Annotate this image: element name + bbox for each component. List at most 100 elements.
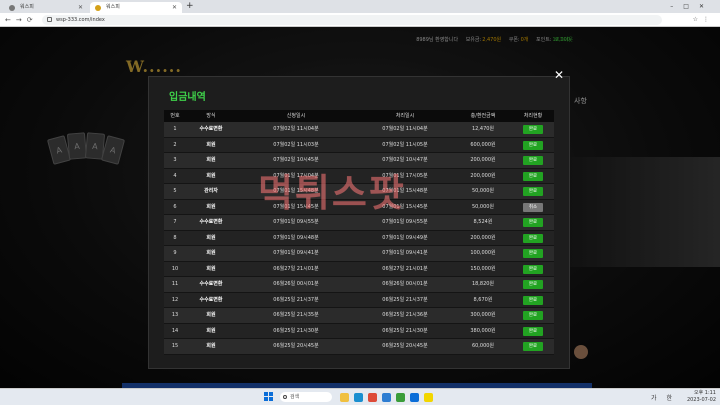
row-process-time: 06월25일 21시37분 [382,296,428,303]
row-type: 회원 [206,327,216,334]
row-status: 완료 [512,308,554,323]
status-badge[interactable]: 완료 [523,171,543,181]
row-amount: 200,000원 [470,234,496,241]
col-number: 번호 [170,113,180,119]
status-badge[interactable]: 완료 [523,233,543,243]
row-amount: 150,000원 [470,265,496,272]
row-type: 관리자 [204,188,218,194]
row-number: 6 [173,203,177,210]
browser-tools[interactable]: ☆⋮ [693,13,714,27]
row-request-time: 06월26일 00시01분 [273,281,319,287]
table-row: 7 수수료면환 07월01일 09시55분 07월01일 09시55분 8,524원 완료 [164,215,554,231]
row-amount: 50,000원 [471,188,495,194]
status-badge[interactable]: 완료 [523,218,543,227]
edge-icon[interactable] [354,393,363,402]
col-type: 방식 [206,113,216,119]
ime-indicator[interactable]: 가 한 [651,393,676,402]
row-process-time: 06월27일 21시01분 [382,265,428,272]
url-input[interactable]: wsp-333.com/index [42,15,662,25]
row-number: 2 [173,141,177,148]
tab-close-icon[interactable]: ✕ [172,2,177,13]
table-row: 10 회원 06월27일 21시01분 06월27일 21시01분 150,000원 완료 [164,261,554,277]
row-request-time: 07월01일 09시55분 [273,219,319,225]
status-badge[interactable]: 완료 [523,280,543,289]
chat-icon[interactable] [424,393,433,402]
browser-tab-bar: 워스피 ✕ 워스피 ✕ + –□✕ [0,0,720,13]
table-row: 15 회원 06월25일 20시45분 06월25일 20시45분 60,000원 완료 [164,339,554,355]
row-number: 9 [173,250,177,256]
store-icon[interactable] [382,393,391,402]
row-type: 수수료면환 [199,281,223,287]
row-request-time: 06월25일 21시35분 [273,312,319,318]
col-status: 처리현황 [523,113,543,119]
row-number: 1 [173,126,177,132]
row-type: 회원 [206,203,216,210]
row-type: 수수료면환 [199,296,223,303]
row-amount: 8,524원 [473,219,493,225]
row-amount: 8,670원 [473,296,493,303]
row-status: 완료 [512,215,554,230]
row-type: 회원 [206,343,216,349]
row-amount: 18,820원 [471,281,495,287]
row-amount: 50,000원 [471,203,495,210]
status-badge[interactable]: 완료 [523,295,543,305]
mail-icon[interactable] [410,393,419,402]
row-type: 회원 [206,157,216,163]
table-body: 1 수수료면환 07월02일 11시04분 07월02일 11시04분 12,470원 완… [164,122,554,355]
row-process-time: 06월25일 21시30분 [382,327,428,334]
row-amount: 200,000원 [470,172,496,179]
row-status: 완료 [512,262,554,277]
status-badge[interactable]: 완료 [523,140,543,150]
table-row: 11 수수료면환 06월26일 00시01분 06월26일 00시01분 18,820원… [164,277,554,293]
search-placeholder: 검색 [290,394,300,400]
status-badge[interactable]: 완료 [523,156,543,165]
row-process-time: 07월02일 11시04분 [382,126,428,132]
row-request-time: 07월02일 11시04분 [273,126,319,132]
status-badge[interactable]: 완료 [523,311,543,320]
status-badge[interactable]: 완료 [523,342,543,351]
windows-taskbar: 검색 가 한 오후 1:11 2023-07-02 [0,388,720,405]
row-process-time: 06월25일 21시36분 [382,312,428,318]
status-badge[interactable]: 완료 [523,326,543,336]
favicon-icon [95,5,101,11]
row-type: 회원 [206,172,216,179]
window-controls[interactable]: –□✕ [670,0,714,13]
tab-close-icon[interactable]: ✕ [78,2,83,13]
row-number: 12 [171,296,179,303]
new-tab-button[interactable]: + [186,1,194,12]
row-number: 11 [171,281,179,287]
status-badge[interactable]: 완료 [523,264,543,274]
search-icon [283,395,287,399]
chrome-icon[interactable] [368,393,377,402]
row-amount: 100,000원 [470,250,496,256]
table-row: 8 회원 07월01일 09시48분 07월01일 09시49분 200,000원 완료 [164,230,554,246]
row-status: 완료 [512,169,554,184]
system-clock[interactable]: 오후 1:11 2023-07-02 [687,390,716,404]
browser-tab-2[interactable]: 워스피 ✕ [90,2,182,13]
row-number: 3 [173,157,177,163]
row-number: 8 [173,234,177,241]
browser-icon[interactable] [396,393,405,402]
status-badge[interactable]: 완료 [523,187,543,196]
table-header: 번호 방식 신청일시 처리일시 충/환전금액 처리현황 [164,110,554,122]
url-text: wsp-333.com/index [56,17,105,23]
status-badge[interactable]: 취소 [523,202,543,212]
row-status: 완료 [512,246,554,261]
row-status: 완료 [512,231,554,246]
row-status: 완료 [512,184,554,199]
browser-tab-1[interactable]: 워스피 ✕ [4,2,88,13]
modal-title: 입금내역 [169,92,206,103]
status-badge[interactable]: 완료 [523,125,543,134]
status-badge[interactable]: 완료 [523,249,543,258]
row-status: 완료 [512,153,554,168]
table-row: 2 회원 07월02일 11시03분 07월02일 11시05분 600,000원 완료 [164,137,554,153]
row-process-time: 07월01일 09시49분 [382,234,428,241]
windows-start-icon[interactable] [264,392,274,402]
file-explorer-icon[interactable] [340,393,349,402]
row-type: 수수료면환 [199,219,223,225]
nav-buttons[interactable]: ←→⟳ [5,13,38,27]
row-type: 회원 [206,265,216,272]
close-icon[interactable]: ✕ [554,68,564,82]
row-number: 10 [171,265,179,272]
taskbar-search-input[interactable]: 검색 [280,392,332,402]
